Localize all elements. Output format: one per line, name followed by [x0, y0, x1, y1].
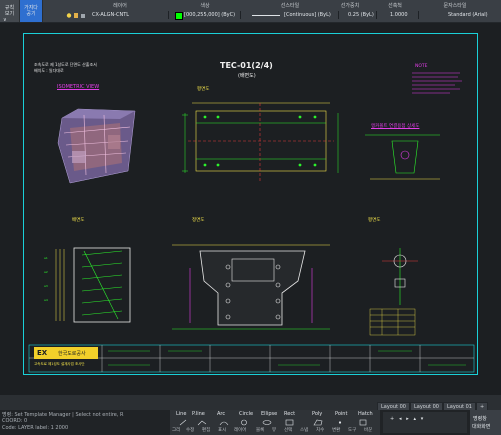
command-line-3: Code: LAYER label: 1 2000	[2, 425, 69, 431]
bolt-detail	[382, 248, 418, 305]
subtool-tools[interactable]: 도구	[348, 427, 356, 433]
company-sub: 고속도로 제1성도 설계사업 조사단	[34, 362, 85, 366]
color-swatch	[175, 12, 183, 20]
linetype-preview	[252, 15, 280, 16]
subtool-modify[interactable]: 수정	[186, 427, 194, 433]
svg-text:a2: a2	[44, 270, 48, 274]
svg-text:a1: a1	[44, 256, 48, 260]
layer-state-icons[interactable]	[66, 12, 86, 19]
subtool-layer[interactable]: 레이어	[234, 427, 246, 433]
subtool-draw[interactable]: 그리	[172, 427, 180, 433]
linetype-value[interactable]: [Continuous] (ByL)	[284, 12, 331, 18]
subtool-snap[interactable]: 스냅	[300, 427, 308, 433]
btn2-line2: 공기	[26, 11, 36, 17]
lineweight-value[interactable]: 0.25 (ByL)	[348, 12, 374, 18]
line-tool[interactable]: Line	[176, 411, 186, 417]
isometric-view	[57, 108, 136, 184]
subtool-block[interactable]: 블록	[256, 427, 264, 433]
header-textstyle: 문자스타일	[443, 3, 467, 9]
pline-tool[interactable]: P.line	[192, 411, 205, 417]
layer-toolbar: 규칙 보기 가지다 공기 레이어 색상 선스타일 선가중치 선축척 문자스타일 …	[0, 0, 501, 23]
right-panel-line-2: 대화화면	[472, 424, 491, 430]
command-line-1: 명령: Set Template Manager | Select not en…	[2, 412, 124, 418]
subtool-dimension[interactable]: 치수	[316, 427, 324, 433]
header-linescale: 선축척	[388, 3, 402, 9]
header-linetype: 선스타일	[280, 3, 300, 9]
textstyle-value[interactable]: Standard (Arial)	[448, 12, 488, 18]
hatch-tool[interactable]: Hatch	[358, 411, 373, 417]
draw-toolbar: Line P.line Arc Circle Ellipse Rect Poly…	[170, 410, 380, 435]
company-name: 한국도로공사	[58, 351, 86, 357]
command-line-2: COORD: 0	[2, 418, 28, 424]
ellipse-tool[interactable]: Ellipse	[261, 411, 277, 417]
circle-tool[interactable]: Circle	[239, 411, 253, 417]
weld-detail	[365, 134, 440, 180]
linescale-value[interactable]: 1.0000	[390, 12, 408, 18]
right-panel-line-1: 명령창	[473, 416, 487, 422]
rect-tool[interactable]: Rect	[284, 411, 295, 417]
right-panel[interactable]: 명령창 대화화면	[470, 410, 501, 435]
svg-text:a4: a4	[44, 298, 48, 302]
point-tool[interactable]: Point	[335, 411, 347, 417]
cad-drawing-graphics: a1 a2 a3 a4	[28, 72, 475, 373]
subtool-select[interactable]: 선택	[284, 427, 292, 433]
subtool-convert[interactable]: 변환	[332, 427, 340, 433]
poly-tool[interactable]: Poly	[312, 411, 322, 417]
subtool-change[interactable]: 바꾼	[364, 427, 372, 433]
subtool-view[interactable]: 뷰	[272, 427, 276, 433]
header-lineweight: 선가중치	[340, 3, 360, 9]
header-color: 색상	[200, 3, 210, 9]
layer-button[interactable]: 가지다 공기	[20, 0, 43, 22]
header-layer: 레이어	[113, 3, 127, 9]
arc-tool[interactable]: Arc	[217, 411, 225, 417]
front-view: a1 a2 a3 a4	[44, 247, 131, 323]
svg-text:a3: a3	[44, 284, 48, 288]
material-table	[369, 308, 416, 336]
subtool-edit[interactable]: 편집	[202, 427, 210, 433]
section-view	[172, 244, 330, 330]
plan-view	[188, 102, 334, 183]
subtool-display[interactable]: 표시	[218, 427, 226, 433]
draw-tool-icons[interactable]	[174, 419, 376, 426]
color-value[interactable]: [000,255,000] (ByC)	[184, 12, 235, 18]
layer-name[interactable]: CX-ALGN-CNTL	[92, 12, 129, 18]
nav-arrows-icon[interactable]: + ◂ ▸ ▴ ▾	[390, 416, 423, 422]
ex-logo-text: EX	[37, 349, 48, 357]
